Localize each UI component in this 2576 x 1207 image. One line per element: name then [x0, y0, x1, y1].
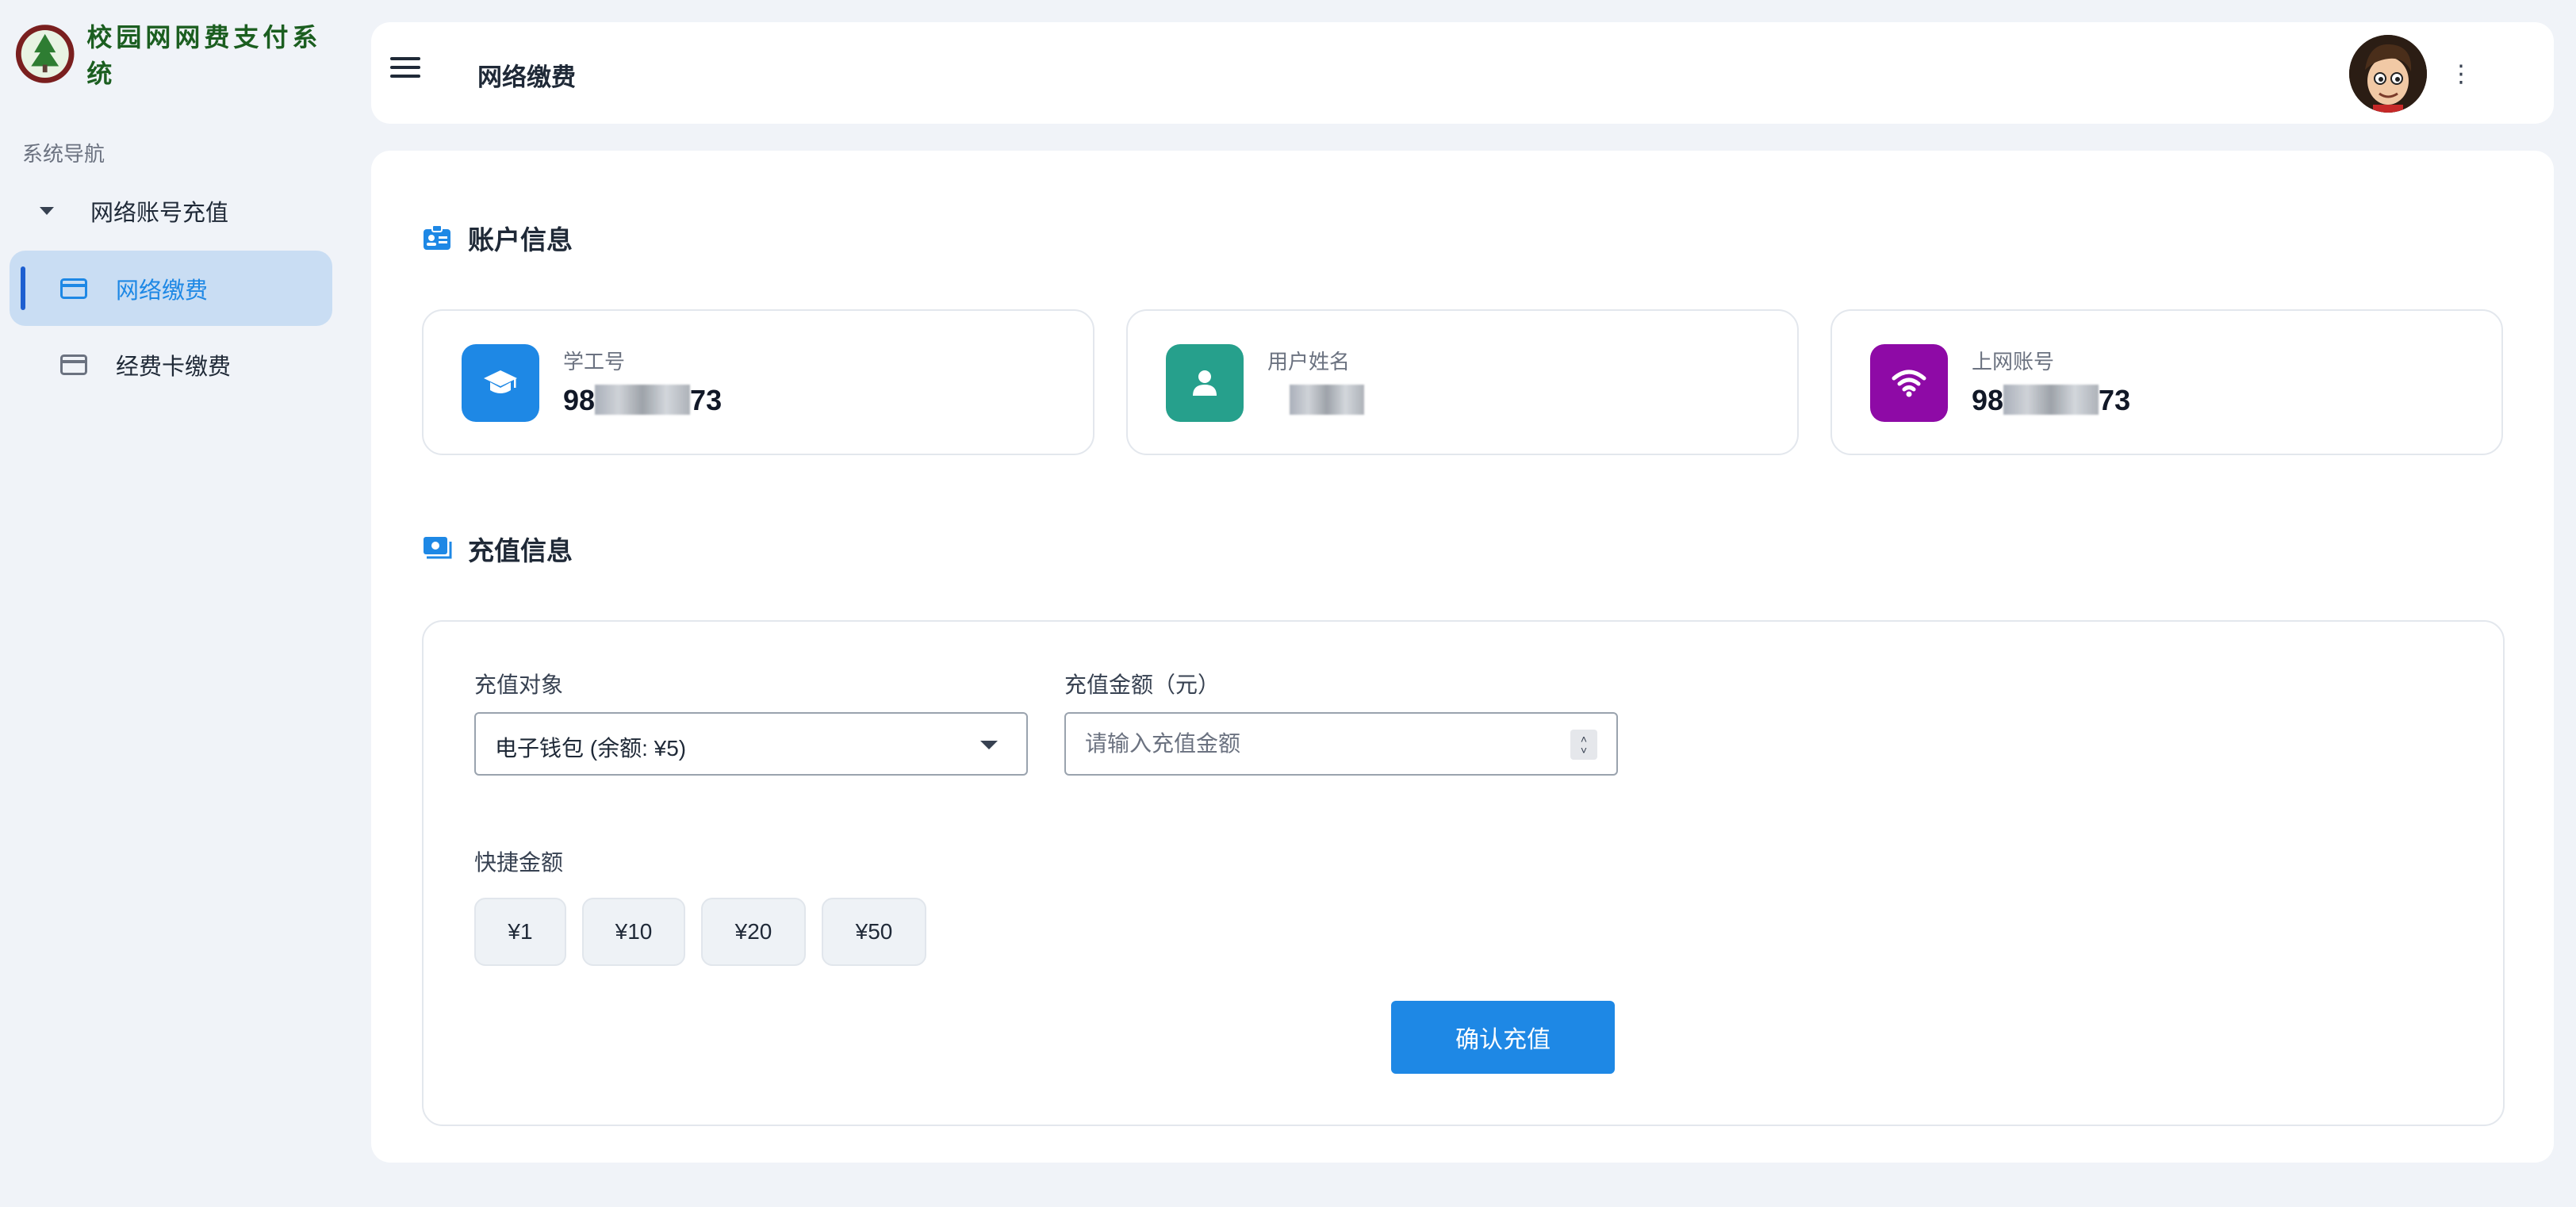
- brand: 校园网网费支付系统: [14, 17, 349, 90]
- amount-field[interactable]: ˄˅: [1064, 712, 1618, 776]
- recharge-section-header: 充值信息: [422, 530, 573, 568]
- nav-group-network-recharge[interactable]: 网络账号充值: [40, 195, 228, 227]
- credit-card-icon: [60, 354, 87, 375]
- account-section-header: 账户信息: [422, 219, 573, 257]
- redacted-mask: [1290, 385, 1364, 415]
- sidebar-item-label: 经费卡缴费: [116, 354, 232, 380]
- card-label: 用户姓名: [1267, 350, 1351, 374]
- campus-emblem-icon: [15, 25, 75, 83]
- amount-label: 充值金额（元）: [1064, 672, 1221, 697]
- student-id-card: 学工号 98 73: [422, 309, 1094, 455]
- select-value: 电子钱包 (余额: ¥5): [495, 736, 687, 761]
- graduation-cap-icon: [462, 344, 539, 422]
- page-title: 网络缴费: [477, 63, 576, 91]
- sidebar-item-funding-card-payment[interactable]: 经费卡缴费: [10, 327, 332, 402]
- credit-card-icon: [60, 278, 87, 299]
- network-account-card: 上网账号 98 73: [1830, 309, 2503, 455]
- sidebar-item-label: 网络缴费: [116, 278, 209, 304]
- avatar-image: [2349, 35, 2427, 113]
- sidebar: 校园网网费支付系统 系统导航 网络账号充值 网络缴费 经费卡缴费: [0, 0, 349, 1207]
- card-value: [1290, 384, 1364, 417]
- hamburger-menu-icon[interactable]: [390, 57, 422, 89]
- caret-down-icon: [40, 207, 54, 215]
- card-label: 上网账号: [1972, 350, 2055, 374]
- active-indicator: [21, 266, 25, 310]
- quick-amount-1-button[interactable]: ¥1: [474, 898, 566, 966]
- avatar[interactable]: [2349, 35, 2427, 113]
- card-label: 学工号: [563, 350, 626, 374]
- top-bar: 网络缴费 ⋮: [371, 22, 2554, 124]
- main-panel: 账户信息 学工号 98 73 用户姓名 上网账号 98 73 充值信息 充值对象…: [371, 151, 2554, 1163]
- quick-amount-20-button[interactable]: ¥20: [701, 898, 806, 966]
- quick-amount-10-button[interactable]: ¥10: [582, 898, 685, 966]
- redacted-mask: [595, 385, 691, 415]
- payments-icon: [424, 537, 452, 559]
- card-value: 98 73: [563, 384, 723, 416]
- nav-group-label: 网络账号充值: [90, 201, 229, 226]
- more-vertical-icon[interactable]: ⋮: [2449, 59, 2473, 90]
- redacted-mask: [2003, 385, 2099, 415]
- wifi-icon: [1870, 344, 1948, 422]
- card-value: 98 73: [1972, 384, 2131, 416]
- recharge-form: 充值对象 电子钱包 (余额: ¥5) 充值金额（元） ˄˅ 快捷金额 ¥1 ¥1…: [422, 620, 2505, 1126]
- username-card: 用户姓名: [1126, 309, 1799, 455]
- recharge-target-select[interactable]: 电子钱包 (余额: ¥5): [474, 712, 1028, 776]
- confirm-recharge-button[interactable]: 确认充值: [1391, 1001, 1615, 1074]
- amount-input[interactable]: [1066, 714, 1558, 774]
- dropdown-arrow-icon: [980, 741, 998, 749]
- brand-title: 校园网网费支付系统: [86, 22, 322, 89]
- target-label: 充值对象: [474, 672, 564, 697]
- section-title: 充值信息: [468, 536, 573, 565]
- quick-amount-label: 快捷金额: [474, 850, 564, 875]
- number-stepper-icon[interactable]: ˄ ˅: [1570, 730, 1597, 760]
- id-badge-icon: [424, 224, 450, 250]
- sidebar-item-network-payment[interactable]: 网络缴费: [10, 251, 332, 326]
- nav-caption: 系统导航: [22, 142, 105, 166]
- section-title: 账户信息: [468, 225, 573, 255]
- quick-amount-50-button[interactable]: ¥50: [822, 898, 926, 966]
- person-icon: [1166, 344, 1244, 422]
